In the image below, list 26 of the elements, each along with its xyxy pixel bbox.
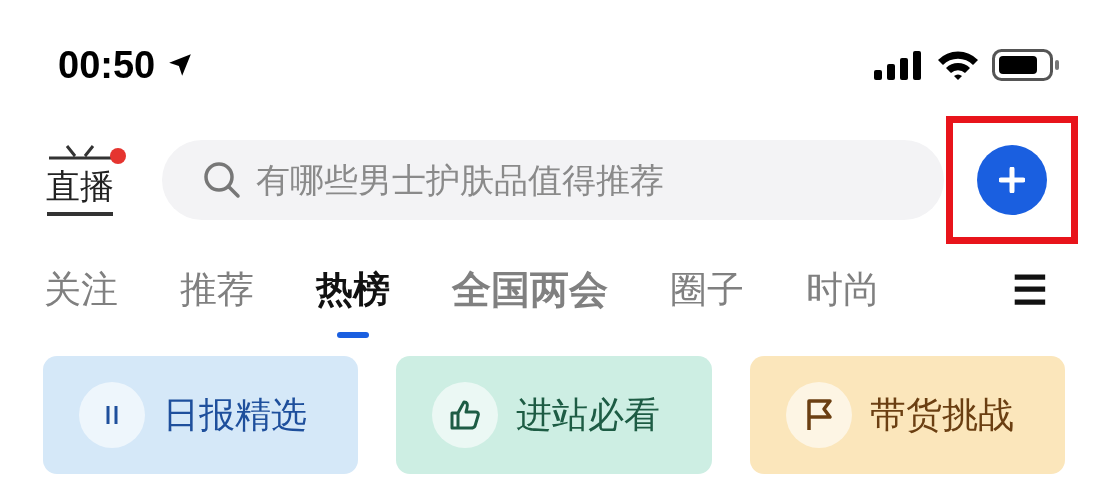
thumbs-up-icon (449, 399, 482, 431)
card-label: 进站必看 (516, 393, 661, 437)
tab-indicator (337, 332, 369, 338)
logo-underline (47, 212, 113, 216)
shortcut-card[interactable]: 日报精选 (43, 356, 359, 474)
menu-button[interactable]: ☰ (1012, 260, 1048, 320)
battery-icon (992, 49, 1060, 81)
card-label: 日报精选 (163, 393, 307, 437)
card-label: 带货挑战 (869, 393, 1014, 437)
category-tab[interactable]: 圈子 (670, 260, 744, 320)
antenna-icon (47, 144, 113, 160)
live-logo[interactable]: 直播 (46, 144, 126, 216)
category-tab[interactable]: 推荐 (180, 260, 254, 320)
category-tab[interactable]: 全国两会 (452, 260, 608, 320)
category-tab[interactable]: 关注 (44, 260, 118, 320)
search-icon (202, 160, 242, 200)
category-tab[interactable]: 热榜 (316, 260, 390, 320)
shortcut-card[interactable]: 进站必看 (396, 356, 712, 474)
clock-time: 00:50 (58, 42, 156, 88)
search-field[interactable]: 有哪些男士护肤品值得推荐 (162, 140, 944, 220)
category-tab[interactable]: 时尚 (806, 260, 880, 320)
logo-text: 直播 (46, 169, 114, 203)
plus-icon (999, 167, 1025, 193)
signal-icon (874, 50, 924, 80)
shortcut-card[interactable]: 带货挑战 (749, 356, 1065, 474)
wifi-icon (936, 49, 980, 81)
